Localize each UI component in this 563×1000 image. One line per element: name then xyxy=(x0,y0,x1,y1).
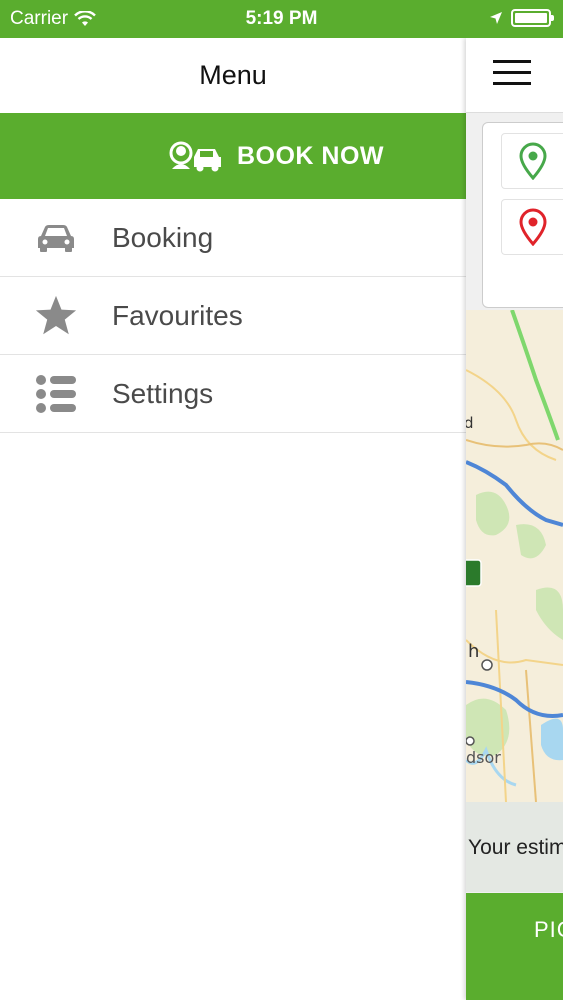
menu-header: Menu xyxy=(0,38,466,113)
estimate-text: Your estim xyxy=(468,836,563,859)
main-header xyxy=(466,38,563,113)
dropoff-location-field[interactable] xyxy=(501,199,563,255)
map-label: h xyxy=(468,641,479,662)
hamburger-menu-icon[interactable] xyxy=(493,60,531,93)
dropoff-pin-icon xyxy=(519,208,547,246)
pickup-button[interactable]: PIC xyxy=(466,893,563,1000)
pickup-pin-icon xyxy=(519,142,547,180)
book-now-label: BOOK NOW xyxy=(236,141,384,170)
menu-item-label: Settings xyxy=(112,377,214,409)
location-card xyxy=(482,122,563,308)
status-bar: Carrier 5:19 PM xyxy=(0,0,563,38)
list-icon xyxy=(0,373,112,415)
clock: 5:19 PM xyxy=(245,8,318,29)
pickup-button-label: PIC xyxy=(534,917,563,942)
battery-fill xyxy=(515,13,547,23)
pickup-location-field[interactable] xyxy=(501,133,563,189)
map-label: d xyxy=(466,414,474,432)
main-screen: d h dsor Your estim PIC xyxy=(466,38,563,1000)
status-right xyxy=(489,9,554,27)
car-icon xyxy=(0,224,112,252)
menu-item-label: Favourites xyxy=(112,299,243,331)
map-graphic: d h dsor xyxy=(466,310,563,802)
estimate-panel: Your estim xyxy=(466,802,563,892)
battery-icon xyxy=(511,9,554,27)
menu-item-label: Booking xyxy=(112,221,214,253)
location-arrow-icon xyxy=(490,12,502,24)
map-view[interactable]: d h dsor xyxy=(466,310,563,802)
menu-item-settings[interactable]: Settings xyxy=(0,355,466,433)
driver-car-icon xyxy=(169,141,221,172)
side-menu: Menu BOOK NOW Booking Favourites Setting… xyxy=(0,38,466,1000)
menu-title: Menu xyxy=(199,60,267,90)
map-label: dsor xyxy=(466,748,501,767)
book-now-button[interactable]: BOOK NOW xyxy=(0,113,466,199)
menu-item-favourites[interactable]: Favourites xyxy=(0,277,466,355)
menu-item-booking[interactable]: Booking xyxy=(0,199,466,277)
star-icon xyxy=(0,295,112,337)
